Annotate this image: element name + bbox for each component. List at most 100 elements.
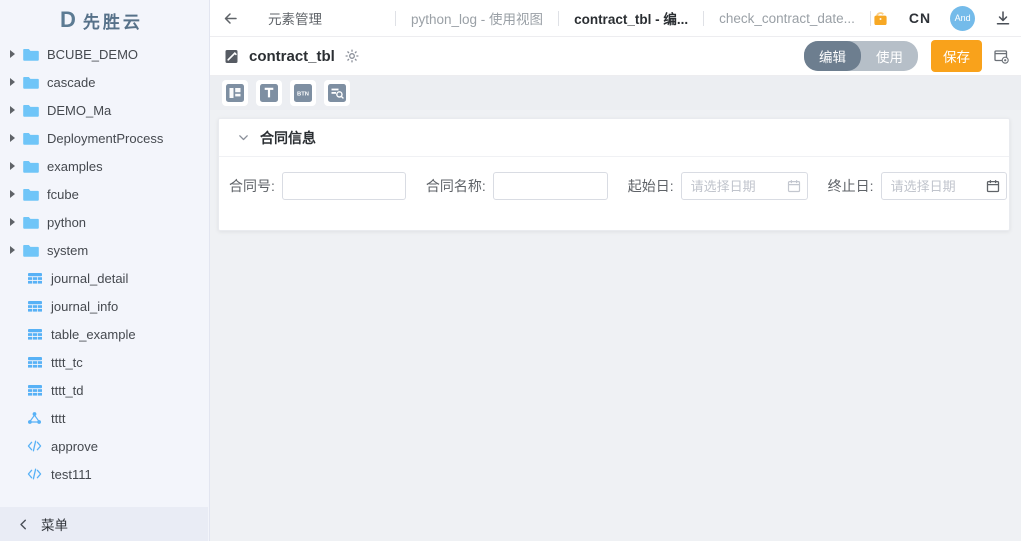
query-widget-button[interactable] xyxy=(324,80,350,106)
tab-python-log[interactable]: python_log - 使用视图 xyxy=(396,8,558,28)
page-title: contract_tbl xyxy=(249,47,335,65)
save-button[interactable]: 保存 xyxy=(931,40,982,72)
folder-icon xyxy=(23,187,39,201)
element-tree: BCUBE_DEMO cascade DEMO_Ma DeploymentPro… xyxy=(0,40,208,507)
canvas-area: 合同信息 合同号: 合同名称: 起始日: 请选择日期 终止日: 请选择日期 xyxy=(210,110,1021,541)
mode-use-button[interactable]: 使用 xyxy=(861,41,918,71)
arrow-left-icon xyxy=(224,12,237,24)
tree-label: cascade xyxy=(47,74,96,90)
panel-collapse-header[interactable]: 合同信息 xyxy=(219,119,1009,157)
start-date-input[interactable] xyxy=(680,172,808,200)
caret-right-icon[interactable] xyxy=(10,218,15,226)
tree-item-tttt-tc[interactable]: tttt_tc xyxy=(0,348,208,376)
tree-label: examples xyxy=(47,158,103,174)
tab-bar: 元素管理 python_log - 使用视图 contract_tbl - 编.… xyxy=(210,0,1021,37)
tab-check-contract-date[interactable]: check_contract_date... xyxy=(704,11,870,26)
tree-label: DeploymentProcess xyxy=(47,130,164,146)
chevron-down-icon[interactable] xyxy=(237,131,250,144)
tree-label: tttt_td xyxy=(51,382,84,398)
tab-element-management[interactable]: 元素管理 xyxy=(253,8,337,28)
tree-label: table_example xyxy=(51,326,136,342)
end-date-input[interactable] xyxy=(880,172,1007,200)
tree-folder-bcube-demo[interactable]: BCUBE_DEMO xyxy=(0,40,208,68)
tree-folder-system[interactable]: system xyxy=(0,236,208,264)
tree-item-tttt[interactable]: tttt xyxy=(0,404,208,432)
edit-document-icon xyxy=(225,49,238,63)
table-icon xyxy=(27,383,43,397)
sidebar-collapse-button[interactable]: 菜单 xyxy=(0,507,208,541)
form-row: 合同号: 合同名称: 起始日: 请选择日期 终止日: 请选择日期 xyxy=(219,172,1009,200)
tree-label: test111 xyxy=(51,466,92,482)
contract-number-input[interactable] xyxy=(281,172,406,200)
main-area: 元素管理 python_log - 使用视图 contract_tbl - 编.… xyxy=(210,0,1021,541)
share-icon xyxy=(27,411,43,425)
marketplace-bag-icon[interactable] xyxy=(871,9,890,28)
save-template-icon[interactable] xyxy=(992,47,1011,66)
folder-icon xyxy=(23,103,39,117)
tree-label: journal_detail xyxy=(51,270,129,286)
collapse-label: 菜单 xyxy=(41,518,68,533)
folder-icon xyxy=(23,131,39,145)
back-button[interactable] xyxy=(222,10,239,27)
tree-item-journal-info[interactable]: journal_info xyxy=(0,292,208,320)
start-date-picker[interactable] xyxy=(680,172,808,200)
logo-mark-icon: D xyxy=(60,7,76,32)
tree-label: BCUBE_DEMO xyxy=(47,46,139,62)
folder-icon xyxy=(23,159,39,173)
tree-label: system xyxy=(47,242,89,258)
widget-toolbar: BTN xyxy=(210,76,1021,110)
chevron-left-icon xyxy=(20,519,26,529)
logo: D 先胜云 xyxy=(0,0,209,40)
tree-label: DEMO_Ma xyxy=(47,102,112,118)
layout-icon xyxy=(226,84,244,102)
code-icon xyxy=(27,467,43,481)
field-contract-name: 合同名称: xyxy=(426,172,608,200)
tree-item-approve[interactable]: approve xyxy=(0,432,208,460)
tree-item-test111[interactable]: test111 xyxy=(0,460,208,488)
tree-item-table-example[interactable]: table_example xyxy=(0,320,208,348)
language-switcher[interactable]: CN xyxy=(909,10,931,26)
caret-right-icon[interactable] xyxy=(10,190,15,198)
code-icon xyxy=(27,439,43,453)
field-start-date: 起始日: xyxy=(628,172,808,200)
end-date-picker[interactable] xyxy=(880,172,1007,200)
tree-folder-python[interactable]: python xyxy=(0,208,208,236)
sidebar: D 先胜云 BCUBE_DEMO cascade DEMO_Ma Deploym… xyxy=(0,0,210,541)
header-actions: 编辑 使用 保存 xyxy=(804,40,1011,72)
tree-folder-fcube[interactable]: fcube xyxy=(0,180,208,208)
topbar-actions: CN And xyxy=(871,5,1012,31)
tab-contract-tbl[interactable]: contract_tbl - 编... xyxy=(559,8,703,28)
layout-widget-button[interactable] xyxy=(222,80,248,106)
tree-folder-cascade[interactable]: cascade xyxy=(0,68,208,96)
tree-folder-deploymentprocess[interactable]: DeploymentProcess xyxy=(0,124,208,152)
field-label: 合同名称: xyxy=(425,178,486,194)
tree-folder-demo-ma[interactable]: DEMO_Ma xyxy=(0,96,208,124)
gear-icon[interactable] xyxy=(344,48,360,64)
folder-icon xyxy=(23,243,39,257)
caret-right-icon[interactable] xyxy=(10,78,15,86)
field-end-date: 终止日: xyxy=(828,172,1007,200)
caret-right-icon[interactable] xyxy=(10,134,15,142)
mode-edit-button[interactable]: 编辑 xyxy=(804,41,861,71)
caret-right-icon[interactable] xyxy=(10,106,15,114)
tree-label: tttt xyxy=(51,410,66,426)
table-icon xyxy=(27,355,43,369)
contract-name-input[interactable] xyxy=(492,172,608,200)
caret-right-icon[interactable] xyxy=(10,50,15,58)
field-contract-number: 合同号: xyxy=(229,172,406,200)
panel-body: 合同号: 合同名称: 起始日: 请选择日期 终止日: 请选择日期 xyxy=(219,157,1009,230)
button-widget-button[interactable]: BTN xyxy=(290,80,316,106)
text-widget-button[interactable] xyxy=(256,80,282,106)
tree-label: approve xyxy=(51,438,98,454)
tree-item-journal-detail[interactable]: journal_detail xyxy=(0,264,208,292)
tree-folder-examples[interactable]: examples xyxy=(0,152,208,180)
contract-info-panel: 合同信息 合同号: 合同名称: 起始日: 请选择日期 终止日: 请选择日期 xyxy=(218,118,1010,231)
download-icon[interactable] xyxy=(994,9,1012,27)
avatar[interactable]: And xyxy=(950,5,976,31)
button-icon: BTN xyxy=(294,84,312,102)
tree-item-tttt-td[interactable]: tttt_td xyxy=(0,376,208,404)
caret-right-icon[interactable] xyxy=(10,162,15,170)
folder-icon xyxy=(23,215,39,229)
section-title: 合同信息 xyxy=(260,129,316,146)
caret-right-icon[interactable] xyxy=(10,246,15,254)
